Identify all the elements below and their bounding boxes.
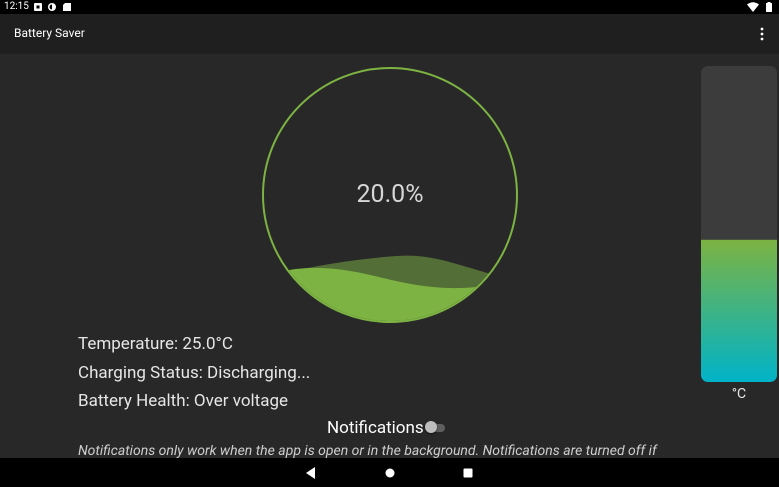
navigation-bar — [0, 458, 779, 487]
notifications-toggle[interactable] — [425, 421, 447, 435]
status-bar: 12:15 — [0, 0, 779, 14]
app-bar: Battery Saver — [0, 14, 779, 54]
temperature-bar — [701, 66, 777, 382]
status-time: 12:15 — [4, 1, 29, 12]
battery-percent: 20.0% — [356, 180, 424, 209]
battery-health-text: Battery Health: Over voltage — [78, 391, 289, 411]
back-icon[interactable] — [304, 466, 318, 480]
wifi-icon — [747, 2, 759, 12]
notification-square-icon — [34, 3, 42, 11]
toggle-thumb — [425, 421, 437, 433]
notification-circle-icon — [48, 3, 56, 11]
overflow-menu-icon[interactable] — [759, 26, 765, 42]
charging-status-text: Charging Status: Discharging... — [78, 363, 311, 383]
temperature-text: Temperature: 25.0°C — [78, 334, 233, 354]
home-icon[interactable] — [383, 466, 397, 480]
temperature-bar-fill — [701, 239, 777, 382]
app-title: Battery Saver — [14, 26, 85, 40]
sd-card-icon — [63, 3, 71, 11]
notifications-note: Notifications only work when the app is … — [78, 443, 657, 459]
battery-icon — [766, 2, 772, 12]
notifications-label: Notifications — [327, 418, 424, 438]
recents-icon[interactable] — [461, 466, 475, 480]
temperature-unit: °C — [731, 386, 747, 402]
